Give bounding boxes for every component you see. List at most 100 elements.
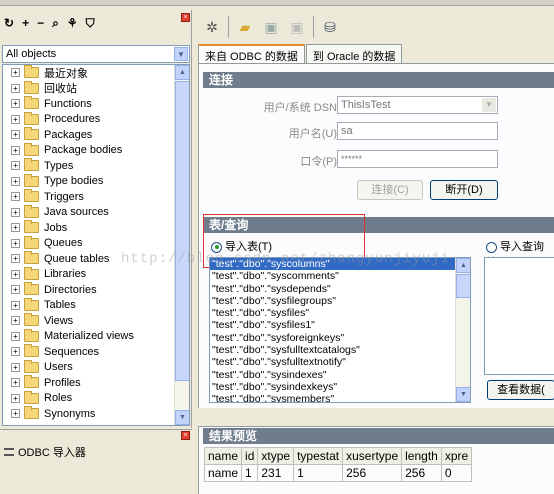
expand-icon[interactable]: + xyxy=(11,347,20,357)
column-header[interactable]: id xyxy=(241,447,259,465)
column-header[interactable]: name xyxy=(203,447,243,465)
expand-icon[interactable]: + xyxy=(11,207,20,217)
list-item[interactable]: "test"."dbo"."sysfulltextnotify" xyxy=(210,356,470,368)
list-item[interactable]: "test"."dbo"."sysmembers" xyxy=(210,393,470,402)
grid-cell[interactable]: name xyxy=(203,464,243,482)
grid-cell[interactable]: 256 xyxy=(342,464,403,482)
list-item[interactable]: "test"."dbo"."sysindexes" xyxy=(210,369,470,381)
folder-filter-icon[interactable]: ⛉ xyxy=(86,16,95,36)
username-input[interactable]: sa xyxy=(337,122,498,140)
tree-item[interactable]: + Procedures xyxy=(3,111,189,128)
expand-icon[interactable]: + xyxy=(11,99,20,109)
tree-item[interactable]: + Views xyxy=(3,313,189,329)
chevron-down-icon[interactable]: ▼ xyxy=(174,47,188,61)
close-icon[interactable]: × xyxy=(181,431,190,440)
grid-cell[interactable]: 1 xyxy=(241,464,259,482)
tree-item[interactable]: + Tables xyxy=(3,297,189,314)
tree-item[interactable]: + Roles xyxy=(3,390,189,407)
column-header[interactable]: xtype xyxy=(257,447,295,465)
refresh-icon[interactable]: ↻ xyxy=(4,16,14,36)
tree-item[interactable]: + Synonyms xyxy=(3,406,189,422)
list-item[interactable]: "test"."dbo"."syscomments" xyxy=(210,270,470,282)
open-folder-icon[interactable]: ▰ xyxy=(235,17,255,37)
expand-icon[interactable]: + xyxy=(11,393,20,403)
tree-item[interactable]: + Sequences xyxy=(3,344,189,360)
close-icon[interactable]: × xyxy=(181,13,190,22)
tree-item[interactable]: + Functions xyxy=(3,96,189,112)
expand-icon[interactable]: + xyxy=(11,254,20,264)
list-item[interactable]: "test"."dbo"."sysforeignkeys" xyxy=(210,332,470,344)
tree-item[interactable]: + Types xyxy=(3,158,189,174)
list-item[interactable]: "test"."dbo"."sysfulltextcatalogs" xyxy=(210,344,470,356)
expand-icon[interactable]: + xyxy=(11,238,20,248)
grid-cell[interactable]: 256 xyxy=(401,464,442,482)
scroll-down-icon[interactable]: ▼ xyxy=(456,387,470,402)
expand-icon[interactable]: + xyxy=(11,145,20,155)
tree-item[interactable]: + Directories xyxy=(3,282,189,298)
expand-icon[interactable]: + xyxy=(11,409,20,419)
column-header[interactable]: xpre xyxy=(440,447,473,465)
tree-item[interactable]: + 回收站 xyxy=(3,80,189,97)
scroll-up-icon[interactable]: ▲ xyxy=(456,258,470,273)
scroll-thumb[interactable] xyxy=(175,81,189,381)
tree-item[interactable]: + Java sources xyxy=(3,204,189,221)
tree-item[interactable]: + Packages xyxy=(3,127,189,143)
tree-item[interactable]: + Queues xyxy=(3,235,189,252)
expand-icon[interactable]: + xyxy=(11,223,20,233)
new-icon[interactable]: ✲ xyxy=(202,17,222,37)
tree-item[interactable]: + Type bodies xyxy=(3,173,189,190)
tab-from-odbc[interactable]: 来自 ODBC 的数据 xyxy=(198,44,305,64)
save-as-icon[interactable]: ▣ xyxy=(287,17,307,37)
view-data-button[interactable]: 查看数据( xyxy=(487,380,554,400)
tree-item[interactable]: + Package bodies xyxy=(3,142,189,159)
column-header[interactable]: xusertype xyxy=(342,447,403,465)
password-input[interactable]: ****** xyxy=(337,150,498,168)
scroll-down-icon[interactable]: ▼ xyxy=(175,410,189,425)
add-icon[interactable]: + xyxy=(22,16,29,36)
expand-icon[interactable]: + xyxy=(11,300,20,310)
expand-icon[interactable]: + xyxy=(11,192,20,202)
tree-item[interactable]: + Users xyxy=(3,359,189,376)
expand-icon[interactable]: + xyxy=(11,83,20,93)
disconnect-button[interactable]: 断开(D) xyxy=(430,180,498,200)
column-header[interactable]: length xyxy=(401,447,442,465)
dsn-select[interactable]: ThisIsTest ▼ xyxy=(337,96,498,114)
expand-icon[interactable]: + xyxy=(11,130,20,140)
expand-icon[interactable]: + xyxy=(11,331,20,341)
remove-icon[interactable]: − xyxy=(37,16,44,36)
tree-item[interactable]: + Triggers xyxy=(3,189,189,205)
expand-icon[interactable]: + xyxy=(11,285,20,295)
connect-button[interactable]: 连接(C) xyxy=(357,180,423,200)
expand-icon[interactable]: + xyxy=(11,176,20,186)
expand-icon[interactable]: + xyxy=(11,269,20,279)
table-list-scrollbar[interactable]: ▲ ▼ xyxy=(455,258,470,402)
tree-item[interactable]: + Profiles xyxy=(3,375,189,391)
filter-icon[interactable]: ⚘ xyxy=(67,16,78,36)
object-filter-select[interactable]: All objects ▼ xyxy=(2,45,190,63)
list-item[interactable]: "test"."dbo"."sysfilegroups" xyxy=(210,295,470,307)
list-item[interactable]: "test"."dbo"."sysfiles" xyxy=(210,307,470,319)
scroll-thumb[interactable] xyxy=(456,274,470,298)
tree-item[interactable]: + Jobs xyxy=(3,220,189,236)
tree-item[interactable]: + 最近对象 xyxy=(3,65,189,81)
tree-scrollbar[interactable]: ▲ ▼ xyxy=(174,65,189,425)
expand-icon[interactable]: + xyxy=(11,378,20,388)
grid-cell[interactable]: 1 xyxy=(293,464,344,482)
find-icon[interactable]: ⌕ xyxy=(52,16,59,36)
query-text-area[interactable] xyxy=(484,257,554,375)
column-header[interactable]: typestat xyxy=(293,447,344,465)
chevron-down-icon[interactable]: ▼ xyxy=(482,98,496,112)
tab-to-oracle[interactable]: 到 Oracle 的数据 xyxy=(305,44,403,64)
grid-cell[interactable]: 231 xyxy=(257,464,295,482)
scroll-up-icon[interactable]: ▲ xyxy=(175,65,189,80)
list-item[interactable]: "test"."dbo"."sysdepends" xyxy=(210,283,470,295)
expand-icon[interactable]: + xyxy=(11,316,20,326)
expand-icon[interactable]: + xyxy=(11,362,20,372)
tree-item[interactable]: + Libraries xyxy=(3,266,189,283)
expand-icon[interactable]: + xyxy=(11,114,20,124)
tree-item[interactable]: + Materialized views xyxy=(3,328,189,345)
list-item[interactable]: "test"."dbo"."sysfiles1" xyxy=(210,319,470,331)
grid-cell[interactable]: 0 xyxy=(440,464,473,482)
expand-icon[interactable]: + xyxy=(11,161,20,171)
database-icon[interactable]: ⛁ xyxy=(320,17,340,37)
